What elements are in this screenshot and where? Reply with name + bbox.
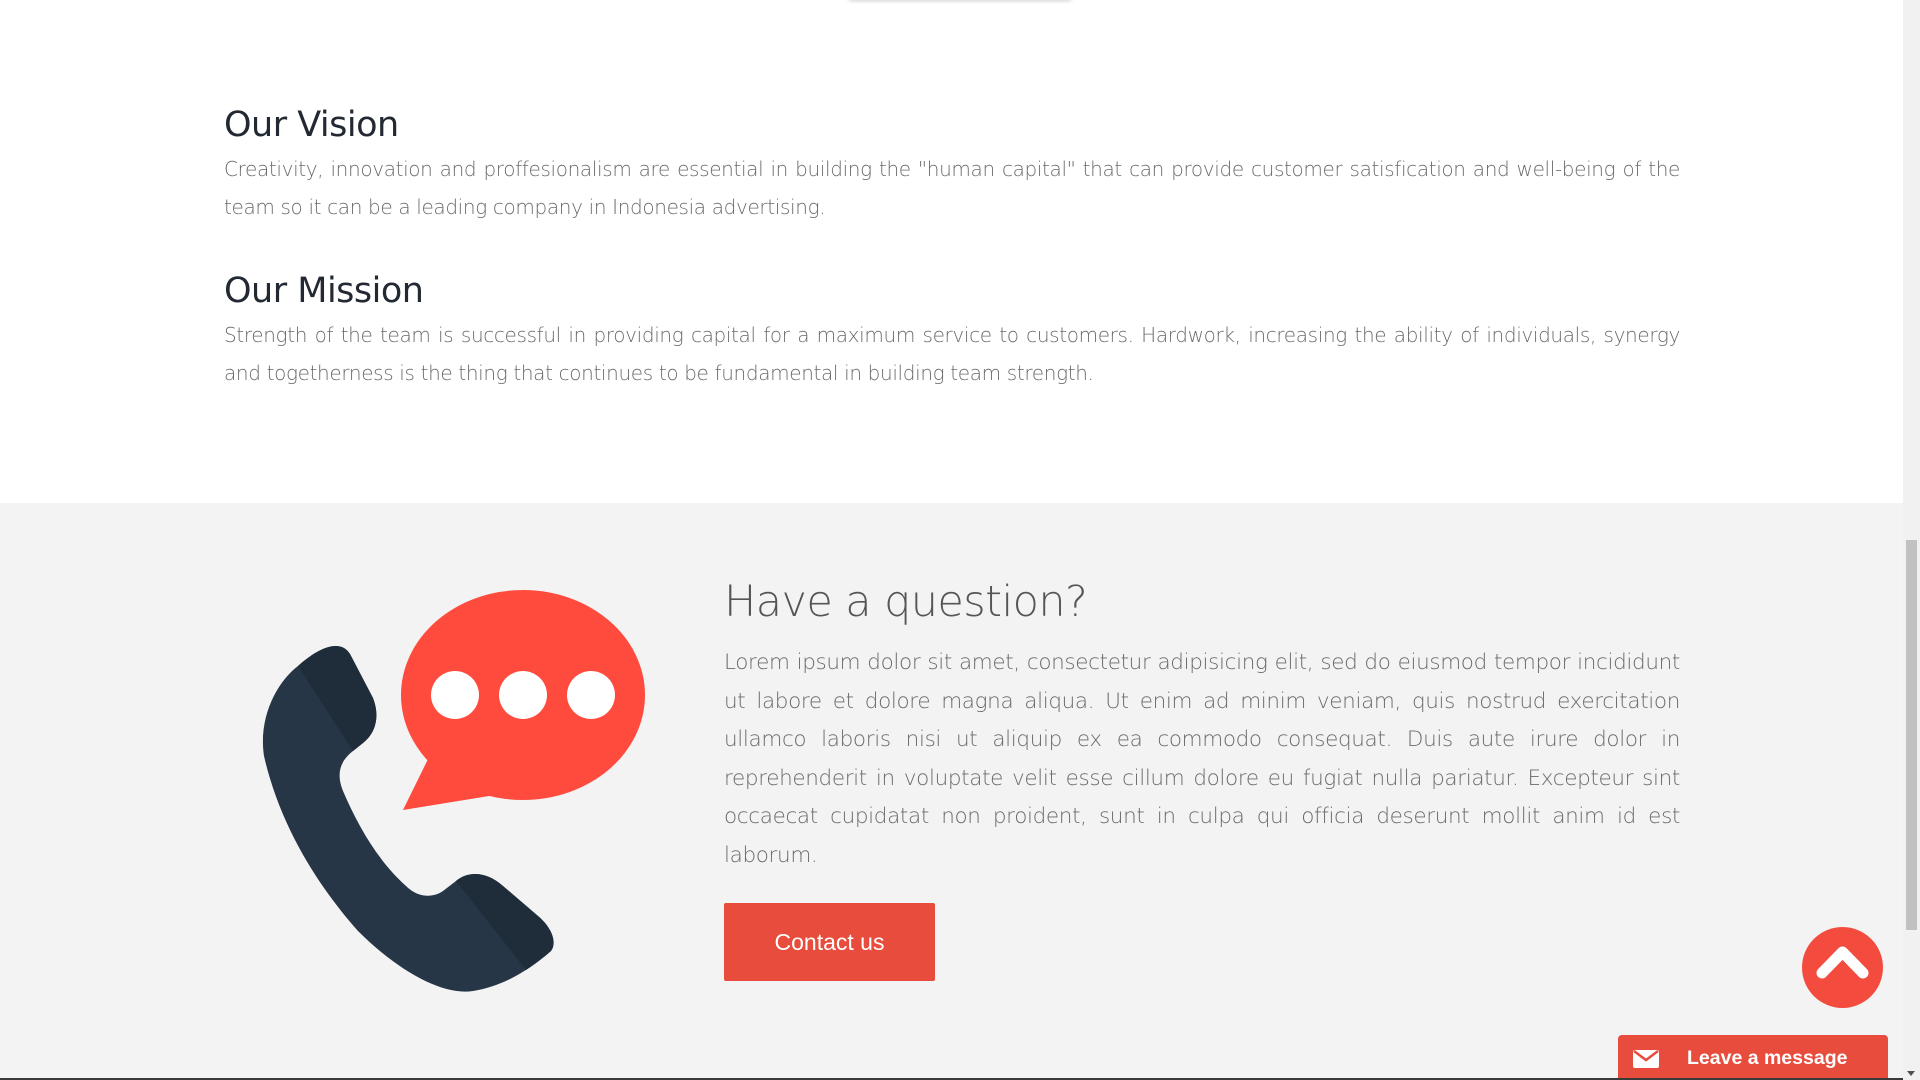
question-text: Lorem ipsum dolor sit amet, consectetur … [724, 650, 1680, 868]
scroll-to-top-button[interactable] [1802, 927, 1883, 1008]
leave-message-label: Leave a message [1687, 1047, 1848, 1069]
about-section: Our Vision Creativity, innovation and pr… [224, 100, 1680, 392]
page: Our Vision Creativity, innovation and pr… [0, 0, 1920, 1080]
phone-chat-icon [262, 590, 645, 992]
mission-heading: Our Mission [224, 271, 424, 311]
mission-text: Strength of the team is successful in pr… [224, 323, 1680, 385]
chevron-up-icon [1816, 946, 1869, 979]
speech-bubble-icon [401, 590, 645, 810]
envelope-icon [1630, 1043, 1662, 1073]
contact-us-button[interactable]: Contact us [724, 903, 935, 981]
question-content: Have a question? Lorem ipsum dolor sit a… [724, 570, 1680, 981]
page-scrollbar[interactable] [1903, 0, 1920, 1080]
vision-heading: Our Vision [224, 105, 399, 145]
phone-chat-illustration [258, 586, 658, 996]
leave-message-widget[interactable]: Leave a message [1618, 1035, 1888, 1080]
vision-text: Creativity, innovation and proffesionali… [224, 157, 1680, 219]
scrollbar-thumb[interactable] [1906, 540, 1917, 930]
mission-block: Our Mission Strength of the team is succ… [224, 266, 1680, 392]
vision-block: Our Vision Creativity, innovation and pr… [224, 100, 1680, 226]
scroll-down-arrow-icon[interactable] [1907, 1071, 1915, 1076]
page-content: Our Vision Creativity, innovation and pr… [0, 0, 1903, 1080]
question-heading: Have a question? [724, 577, 1088, 627]
